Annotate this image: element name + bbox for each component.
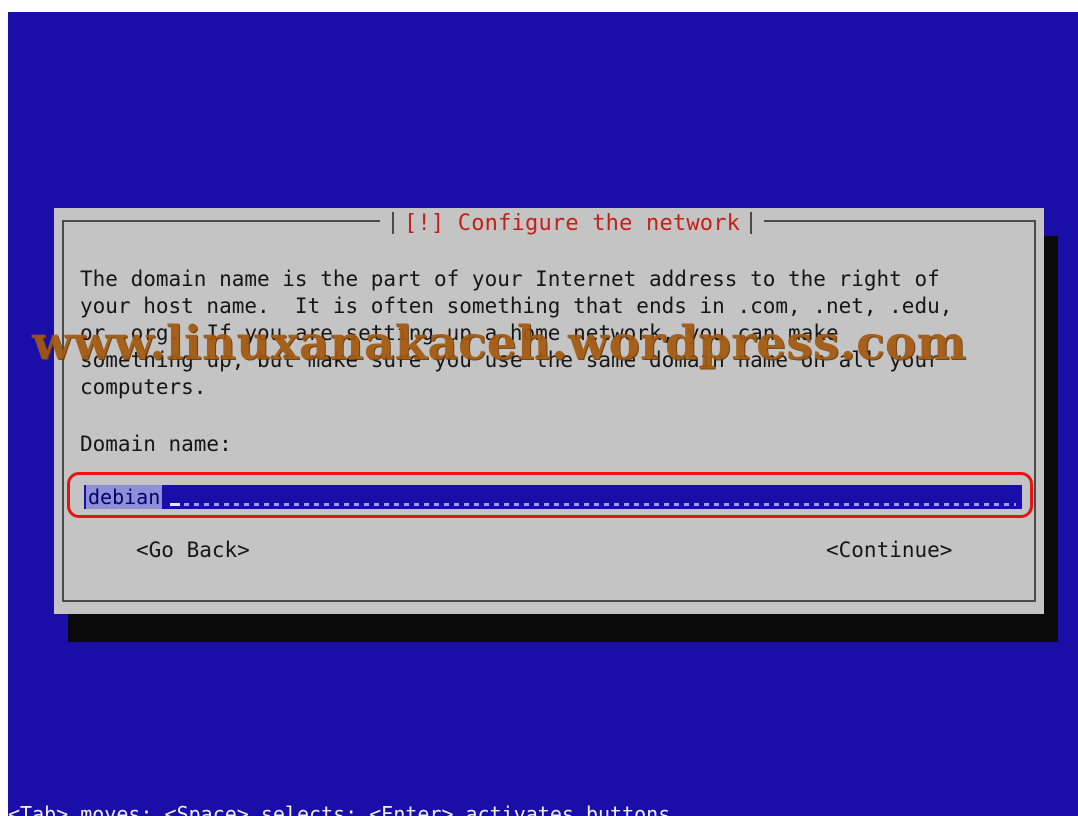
domain-field-highlight: debian xyxy=(67,472,1033,518)
input-underline xyxy=(184,503,1016,506)
title-right-tick xyxy=(750,212,753,234)
dialog-title-bar: [!] Configure the network xyxy=(380,208,765,238)
keyboard-help-line: <Tab> moves; <Space> selects; <Enter> ac… xyxy=(8,802,671,816)
go-back-button[interactable]: <Go Back> xyxy=(136,538,250,562)
domain-name-label: Domain name: xyxy=(80,432,232,456)
continue-button[interactable]: <Continue> xyxy=(826,538,952,562)
top-white-strip xyxy=(0,0,1078,12)
domain-name-value: debian xyxy=(86,485,163,509)
text-cursor xyxy=(170,503,180,506)
configure-network-dialog: [!] Configure the network The domain nam… xyxy=(54,208,1044,614)
installer-screen: [!] Configure the network The domain nam… xyxy=(8,12,1078,816)
dialog-title: [!] Configure the network xyxy=(404,210,741,236)
domain-name-input[interactable]: debian xyxy=(84,485,1022,509)
title-left-tick xyxy=(392,212,394,234)
site-watermark: www.linuxanakaceh.wordpress.com xyxy=(32,316,967,371)
